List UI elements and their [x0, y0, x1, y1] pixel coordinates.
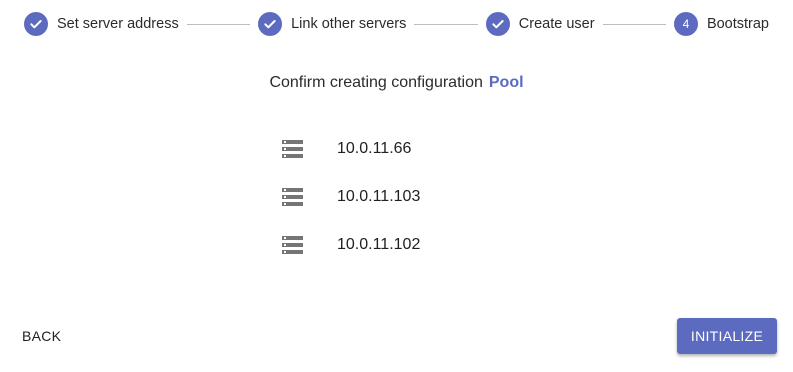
- confirm-text: Confirm creating configuration: [269, 74, 483, 91]
- server-ip: 10.0.11.103: [337, 188, 421, 205]
- check-icon: [485, 12, 510, 36]
- server-icon: [282, 140, 303, 158]
- step-link-other-servers: Link other servers: [258, 12, 406, 36]
- step-number-badge: 4: [673, 12, 698, 36]
- step-connector: [414, 23, 478, 25]
- list-item: 10.0.11.66: [282, 126, 542, 174]
- check-icon: [258, 12, 283, 36]
- step-connector: [186, 23, 251, 25]
- server-icon: [282, 188, 303, 206]
- back-button[interactable]: BACK: [10, 318, 73, 354]
- list-item: 10.0.11.102: [282, 222, 542, 270]
- step-label: Create user: [518, 16, 595, 32]
- step-create-user: Create user: [485, 12, 595, 36]
- configuration-name: Pool: [488, 74, 524, 91]
- step-set-server-address: Set server address: [24, 12, 179, 36]
- server-ip: 10.0.11.102: [337, 236, 421, 253]
- server-icon: [282, 236, 303, 254]
- check-icon: [24, 12, 48, 36]
- server-list: 10.0.11.66 10.0.11.103 10.0.11.102: [282, 126, 542, 270]
- step-label: Set server address: [57, 16, 179, 32]
- server-ip: 10.0.11.66: [337, 140, 412, 157]
- list-item: 10.0.11.103: [282, 174, 542, 222]
- step-label: Link other servers: [291, 16, 407, 32]
- step-label: Bootstrap: [706, 16, 770, 32]
- initialize-button[interactable]: INITIALIZE: [677, 318, 777, 354]
- step-bootstrap: 4 Bootstrap: [673, 12, 770, 36]
- wizard-stepper: Set server address Link other servers Cr…: [24, 11, 769, 37]
- step-connector: [602, 23, 666, 25]
- confirm-message: Confirm creating configuration Pool: [0, 74, 793, 92]
